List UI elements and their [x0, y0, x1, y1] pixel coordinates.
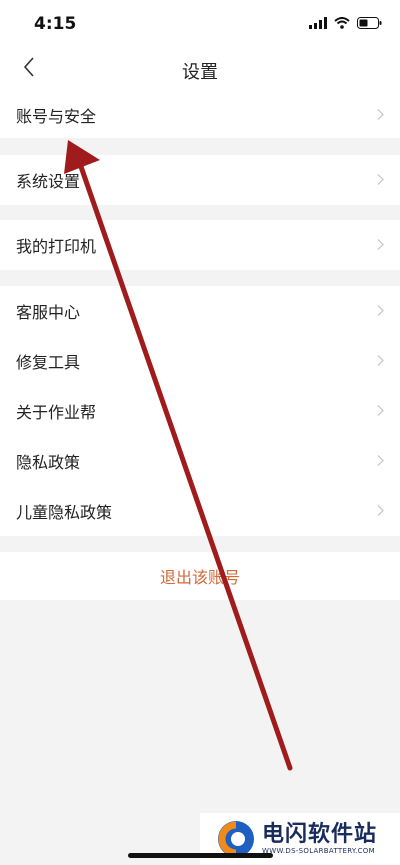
logout-button[interactable]: 退出该账号 — [0, 552, 400, 600]
menu-item-account-security[interactable]: 账号与安全 — [0, 92, 400, 138]
status-icons — [309, 14, 382, 33]
signal-icon — [309, 14, 327, 33]
watermark-url: WWW.DS-SOLARBATTERY.COM — [262, 847, 375, 855]
page-title: 设置 — [182, 62, 218, 83]
menu-item-customer-service[interactable]: 客服中心 — [0, 286, 400, 336]
menu-item-my-printer[interactable]: 我的打印机 — [0, 220, 400, 270]
nav-bar: 设置 — [0, 46, 400, 92]
menu-item-label: 关于作业帮 — [16, 403, 97, 422]
battery-icon — [357, 14, 382, 33]
menu-item-label: 系统设置 — [16, 172, 81, 191]
menu-item-privacy-policy[interactable]: 隐私政策 — [0, 436, 400, 486]
menu-item-label: 账号与安全 — [16, 107, 97, 126]
chevron-right-icon — [377, 106, 384, 125]
status-bar: 4:15 — [0, 0, 400, 46]
home-indicator — [128, 853, 273, 858]
menu-item-label: 儿童隐私政策 — [16, 503, 113, 522]
menu-item-system-settings[interactable]: 系统设置 — [0, 155, 400, 205]
chevron-right-icon — [377, 236, 384, 255]
chevron-right-icon — [377, 302, 384, 321]
menu-item-about[interactable]: 关于作业帮 — [0, 386, 400, 436]
wifi-icon — [334, 14, 350, 33]
chevron-right-icon — [377, 502, 384, 521]
logout-label: 退出该账号 — [159, 568, 240, 587]
menu-item-label: 我的打印机 — [16, 237, 97, 256]
status-time: 4:15 — [34, 14, 77, 34]
chevron-right-icon — [377, 402, 384, 421]
menu-item-label: 隐私政策 — [16, 453, 81, 472]
watermark-text: 电闪软件站 WWW.DS-SOLARBATTERY.COM — [262, 822, 378, 856]
menu-item-child-privacy-policy[interactable]: 儿童隐私政策 — [0, 486, 400, 536]
menu-item-repair-tool[interactable]: 修复工具 — [0, 336, 400, 386]
chevron-right-icon — [377, 352, 384, 371]
chevron-right-icon — [377, 452, 384, 471]
menu-item-label: 修复工具 — [16, 353, 81, 372]
watermark-title: 电闪软件站 — [262, 822, 378, 847]
chevron-right-icon — [377, 171, 384, 190]
menu-item-label: 客服中心 — [16, 303, 81, 322]
